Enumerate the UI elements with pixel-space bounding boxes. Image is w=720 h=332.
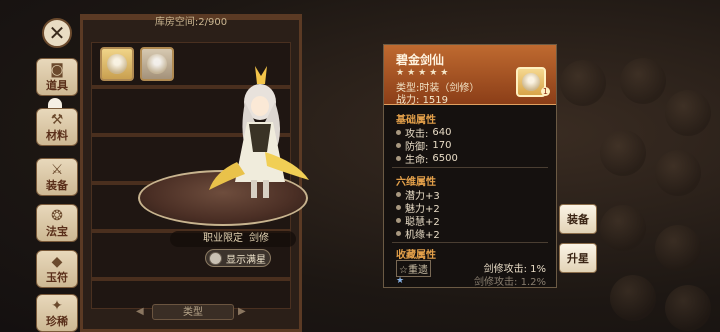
- sidebar-item-label: 材料: [46, 129, 68, 142]
- stat-health: 生命: 6500: [396, 151, 458, 166]
- bullet-icon: [396, 130, 401, 135]
- bg-tile: [655, 225, 701, 271]
- item-name: 碧金剑仙: [396, 53, 445, 67]
- costume-thumbnail: [147, 54, 167, 74]
- basic-attributes-title: 基础属性: [396, 115, 436, 126]
- count-badge: 1: [540, 87, 550, 96]
- chevron-right-icon[interactable]: ▶: [238, 306, 246, 317]
- upgrade-star-button[interactable]: 升星: [559, 243, 597, 273]
- equipment-icon: ⚔: [50, 162, 64, 178]
- sidebar-item-label: 法宝: [46, 225, 68, 238]
- bg-tile: [665, 285, 711, 331]
- sidebar-item-equipment[interactable]: ⚔ 装备: [36, 158, 78, 196]
- sidebar-item-label: 玉符: [46, 271, 68, 284]
- collection-attributes-title: 收藏属性: [396, 250, 436, 261]
- character-figure: [209, 66, 309, 198]
- bullet-icon: [396, 231, 401, 236]
- sidebar-item-props[interactable]: ◙ 道具: [36, 58, 78, 96]
- sidebar-item-label: 珍稀: [46, 315, 68, 328]
- jade-icon: ◆: [51, 254, 63, 270]
- bg-tile: [560, 60, 606, 106]
- six-attributes-title: 六维属性: [396, 177, 436, 188]
- bg-tile: [620, 58, 666, 104]
- treasure-icon: ❂: [51, 208, 63, 224]
- bag-icon: ◙: [50, 62, 64, 78]
- bullet-icon: [396, 143, 401, 148]
- stat-fortune: 机缘+2: [396, 226, 440, 241]
- show-full-star-toggle[interactable]: 显示满星: [205, 249, 271, 267]
- inventory-slot[interactable]: [140, 47, 174, 81]
- bullet-icon: [396, 218, 401, 223]
- costume-thumbnail: [107, 54, 127, 74]
- item-power: 战力: 1519: [396, 95, 449, 106]
- collection-tag: ☆重遗: [396, 260, 431, 277]
- rare-icon: ✦: [51, 298, 63, 314]
- costume-thumbnail: [522, 73, 540, 91]
- divider: [392, 167, 548, 168]
- divider: [392, 242, 548, 243]
- sidebar-item-treasure[interactable]: ❂ 法宝: [36, 204, 78, 242]
- bg-tile: [665, 90, 711, 136]
- bullet-icon: [396, 192, 401, 197]
- sidebar-item-label: 装备: [46, 179, 68, 192]
- close-icon[interactable]: ✕: [42, 18, 72, 48]
- bg-tile: [600, 130, 646, 176]
- star-rating: ★★★★★: [396, 68, 452, 78]
- item-detail-panel: 碧金剑仙 ★★★★★ 类型:时装（剑修） 战力: 1519 1 基础属性 攻击:…: [383, 44, 557, 288]
- item-header: 碧金剑仙 ★★★★★ 类型:时装（剑修） 战力: 1519 1: [384, 45, 556, 106]
- bg-tile: [610, 275, 656, 321]
- bg-tile: [600, 205, 646, 251]
- type-filter[interactable]: 类型: [152, 304, 234, 320]
- equip-button[interactable]: 装备: [559, 204, 597, 234]
- bg-tile: [655, 150, 701, 196]
- inventory-slot-selected[interactable]: [100, 47, 134, 81]
- collection-bonus-next: 剑修攻击: 1.2%: [474, 277, 546, 288]
- category-sidebar: ✕ ◙ 道具 ⚒ 材料 ⚔ 装备 ❂ 法宝 ◆ 玉符 ✦ 珍稀: [30, 14, 80, 332]
- career-restriction: 职业限定 剑修: [170, 231, 296, 247]
- material-icon: ⚒: [50, 112, 64, 128]
- sidebar-item-rare[interactable]: ✦ 珍稀: [36, 294, 78, 332]
- bullet-icon: [396, 205, 401, 210]
- sidebar-item-materials[interactable]: ⚒ 材料: [36, 108, 78, 146]
- storage-capacity: 库房空间:2/900: [154, 17, 228, 28]
- sidebar-item-jade[interactable]: ◆ 玉符: [36, 250, 78, 288]
- bullet-icon: [396, 156, 401, 161]
- sidebar-item-label: 道具: [46, 79, 68, 92]
- shelf: [92, 277, 290, 281]
- chevron-left-icon[interactable]: ◀: [136, 306, 144, 317]
- star-icon: ★: [396, 276, 405, 286]
- toggle-knob: [209, 251, 222, 265]
